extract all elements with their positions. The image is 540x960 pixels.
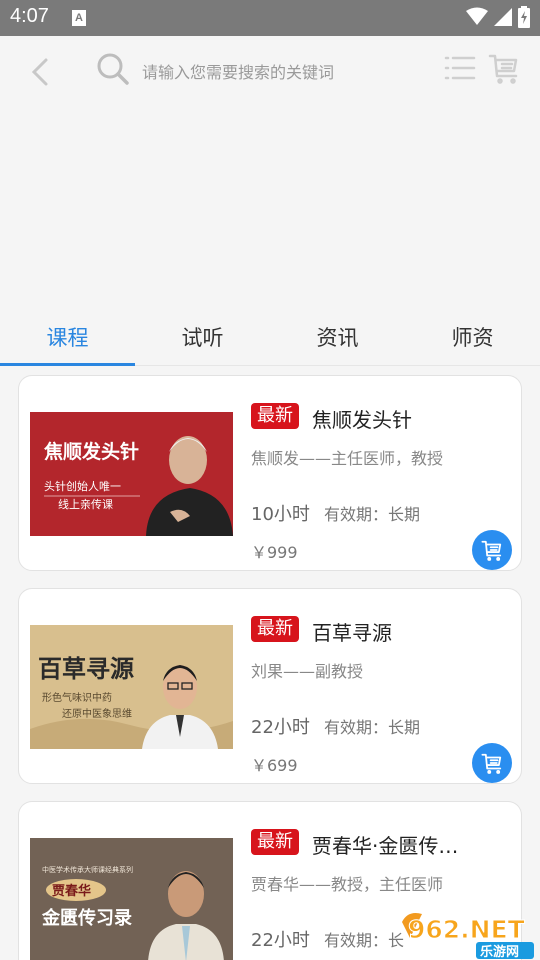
thumb-subtitle: 形色气味识中药	[42, 691, 112, 704]
battery-icon	[518, 6, 530, 28]
course-title[interactable]: 贾春华·金匮传…	[312, 830, 458, 859]
course-hours: 22小时	[251, 930, 310, 951]
back-arrow-icon	[31, 58, 48, 86]
thumb-top-text: 中医学术传承大师课经典系列	[42, 865, 133, 874]
top-header: 请输入您需要搜索的关键词	[0, 36, 540, 316]
course-title[interactable]: 焦顺发头针	[312, 404, 412, 433]
tab-courses[interactable]: 课程	[0, 316, 135, 366]
course-price: ￥999	[251, 543, 298, 562]
cart-icon[interactable]	[488, 52, 520, 84]
search-bar[interactable]: 请输入您需要搜索的关键词	[96, 50, 436, 90]
category-tabs: 课程 试听 资讯 师资	[0, 316, 540, 366]
course-teacher: 贾春华——教授，主任医师	[251, 875, 444, 894]
add-to-cart-button[interactable]	[472, 530, 512, 570]
thumb-subtitle-2: 还原中医象思维	[62, 707, 132, 720]
thumb-title: 百草寻源	[38, 654, 134, 683]
wifi-icon	[466, 7, 488, 25]
thumb-title: 金匮传习录	[41, 907, 132, 929]
course-card[interactable]: 百草寻源 形色气味识中药 还原中医象思维 最新 百草寻源 刘果——副教授 22小…	[18, 588, 522, 784]
course-thumbnail[interactable]: 焦顺发头针 头针创始人唯一 线上亲传课	[30, 412, 233, 536]
cart-icon	[481, 753, 502, 774]
system-icons	[466, 6, 530, 28]
watermark-text: 962.NET	[408, 915, 525, 944]
search-icon	[97, 53, 129, 85]
thumb-subtitle: 头针创始人唯一	[44, 479, 121, 493]
add-to-cart-button[interactable]	[472, 743, 512, 783]
course-validity: 有效期：长期	[324, 718, 421, 737]
course-teacher: 焦顺发——主任医师，教授	[251, 449, 444, 468]
status-time: 4:07	[10, 5, 49, 27]
course-price: ￥699	[251, 756, 298, 775]
status-bar: 4:07 A	[0, 0, 540, 36]
course-thumbnail[interactable]: 中医学术传承大师课经典系列 贾春华 金匮传习录	[30, 838, 233, 960]
notification-icon: A	[72, 10, 86, 26]
back-button[interactable]	[24, 54, 60, 90]
tab-news[interactable]: 资讯	[270, 316, 405, 365]
new-badge: 最新	[251, 616, 299, 642]
watermark-subtext: 乐游网	[480, 944, 519, 960]
search-placeholder[interactable]: 请输入您需要搜索的关键词	[142, 59, 334, 83]
new-badge: 最新	[251, 829, 299, 855]
course-hours: 10小时	[251, 504, 310, 525]
course-card[interactable]: 焦顺发头针 头针创始人唯一 线上亲传课 最新 焦顺发头针 焦顺发——主任医师，教…	[18, 375, 522, 571]
list-menu-icon[interactable]	[444, 54, 476, 82]
course-teacher: 刘果——副教授	[251, 662, 364, 681]
course-thumbnail[interactable]: 百草寻源 形色气味识中药 还原中医象思维	[30, 625, 233, 749]
course-validity: 有效期：长期	[324, 505, 421, 524]
thumb-subtitle-2: 线上亲传课	[58, 497, 113, 511]
watermark-logo: 962.NET 乐游网	[400, 908, 538, 960]
signal-icon	[494, 8, 512, 26]
tab-trial[interactable]: 试听	[135, 316, 270, 365]
thumb-name: 贾春华	[52, 883, 91, 899]
course-title[interactable]: 百草寻源	[312, 617, 392, 646]
course-validity: 有效期：长	[324, 931, 405, 950]
course-hours: 22小时	[251, 717, 310, 738]
cart-icon	[481, 540, 502, 561]
thumb-title: 焦顺发头针	[43, 440, 139, 463]
new-badge: 最新	[251, 403, 299, 429]
tab-teachers[interactable]: 师资	[405, 316, 540, 365]
